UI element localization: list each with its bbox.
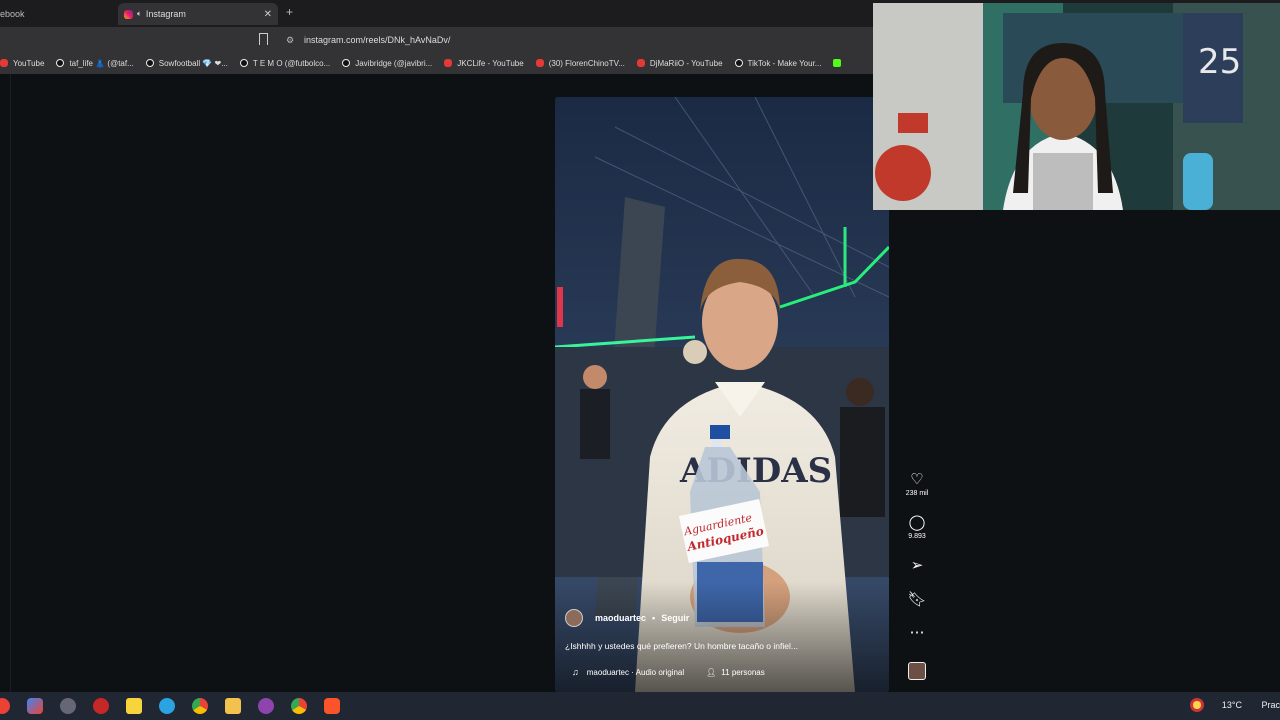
tab-previous[interactable]: ebook [0,3,115,25]
heart-icon[interactable]: ♡ [903,472,931,488]
taskbar: 13°C Prac [0,692,1280,720]
bookmark-label: TikTok - Make Your... [747,58,822,68]
bookmark-item[interactable]: Sowfootball 💎 ❤... [145,58,228,68]
bookmark-label: Javibridge (@javibri... [355,58,433,68]
tiktok-icon [145,59,154,67]
file-explorer-icon[interactable] [225,698,241,714]
bookmark-label: (30) FlorenChinoTV... [548,58,625,68]
bookmark-label: T E M O (@futbolco... [252,58,331,68]
save-action[interactable]: 🔖︎ [903,592,931,608]
music-note-icon: ♫ [572,667,579,677]
youtube-icon [636,59,645,67]
tagged-people-label[interactable]: 11 personas [721,668,764,677]
more-options-icon[interactable]: ⋯ [903,625,931,641]
follow-button[interactable]: Seguir [661,613,689,623]
tab-previous-label: ebook [0,9,25,19]
webcam-overlay: 25 [873,3,1280,210]
weather-icon [1190,698,1204,712]
author-username[interactable]: maoduartec [595,613,646,623]
bookmark-item[interactable] [833,59,846,67]
audio-label[interactable]: maoduartec · Audio original [587,668,684,677]
comment-count: 9.893 [908,533,926,540]
brave-icon[interactable] [324,698,340,714]
tab-instagram[interactable]: 🔈︎ Instagram ✕ [118,3,278,25]
settings-app-icon[interactable] [60,698,76,714]
reel-caption[interactable]: ¿Ishhhh y ustedes qué prefieren? Un homb… [565,641,798,651]
bookmark-icon[interactable] [259,33,268,49]
tray-text: Prac [1261,700,1280,710]
bookmark-item[interactable]: DjMaRiiO - YouTube [636,58,723,68]
bookmark-item[interactable]: TikTok - Make Your... [734,58,822,68]
bookmark-item[interactable]: JKCLife - YouTube [444,58,524,68]
app-icon-8[interactable] [258,698,274,714]
comment-action[interactable]: ◯ 9.893 [903,515,931,541]
share-action[interactable]: ➢ [903,558,931,574]
bookmark-item[interactable]: T E M O (@futbolco... [239,58,331,68]
svg-text:25: 25 [1198,42,1241,82]
bookmark-label: YouTube [13,58,45,68]
app-icon-1[interactable] [27,698,43,714]
webcam-frame: 25 [873,3,1280,210]
author-separator: • [652,613,656,623]
instagram-icon [124,9,133,19]
reel-video[interactable]: ADIDAS Aguardiente Antioqueño maoduartec… [555,97,889,692]
start-partial-icon[interactable] [0,698,10,714]
url-text: instagram.com/reels/DNk_hAvNaDv/ [304,34,451,45]
site-info-icon[interactable]: ⚙︎ [286,35,296,45]
tiktok-icon [342,59,351,67]
like-count: 238 mil [905,490,929,497]
telegram-icon[interactable] [159,698,175,714]
nav-divider [10,74,11,692]
reel-author-row: maoduartec • Seguir [565,609,689,627]
bookmark-label: taf_life 👗 (@taf... [69,58,134,68]
reel-audio-row: ♫ maoduartec · Audio original 👤︎ 11 pers… [572,667,765,677]
person-icon: 👤︎ [706,667,717,677]
new-tab-button[interactable]: + [286,5,293,19]
bookmark-item[interactable]: YouTube [0,59,44,68]
bookmark-item[interactable]: Javibridge (@javibri... [342,59,432,68]
chrome-profile-icon[interactable] [291,698,307,714]
bookmark-label: JKCLife - YouTube [457,58,524,68]
youtube-icon [535,59,544,67]
chrome-icon[interactable] [192,698,208,714]
more-action[interactable]: ⋯ [903,625,931,641]
tiktok-icon [734,59,743,67]
kick-icon [833,59,842,67]
sticky-notes-icon[interactable] [126,698,142,714]
youtube-icon [444,59,453,67]
app-icon-3[interactable] [93,698,109,714]
bookmark-label: Sowfootball 💎 ❤... [158,58,228,68]
bookmark-save-icon[interactable]: 🔖︎ [903,592,931,608]
tiktok-icon [239,59,248,67]
send-icon[interactable]: ➢ [903,558,931,574]
address-bar[interactable]: ⚙︎ instagram.com/reels/DNk_hAvNaDv/ [280,30,880,49]
like-action[interactable]: ♡ 238 mil [903,472,931,498]
bookmark-item[interactable]: taf_life 👗 (@taf... [56,58,134,68]
author-avatar[interactable] [565,609,583,627]
bookmark-label: DjMaRiiO - YouTube [649,58,723,68]
youtube-icon [0,59,8,67]
tab-instagram-label: Instagram [145,9,186,19]
tiktok-icon [56,59,65,67]
audio-thumbnail[interactable] [908,662,926,680]
close-tab-icon[interactable]: ✕ [264,9,272,20]
bookmark-item[interactable]: (30) FlorenChinoTV... [535,58,625,68]
speaker-icon[interactable]: 🔈︎ [137,9,142,19]
comment-icon[interactable]: ◯ [903,515,931,531]
weather-temperature[interactable]: 13°C [1222,700,1242,710]
